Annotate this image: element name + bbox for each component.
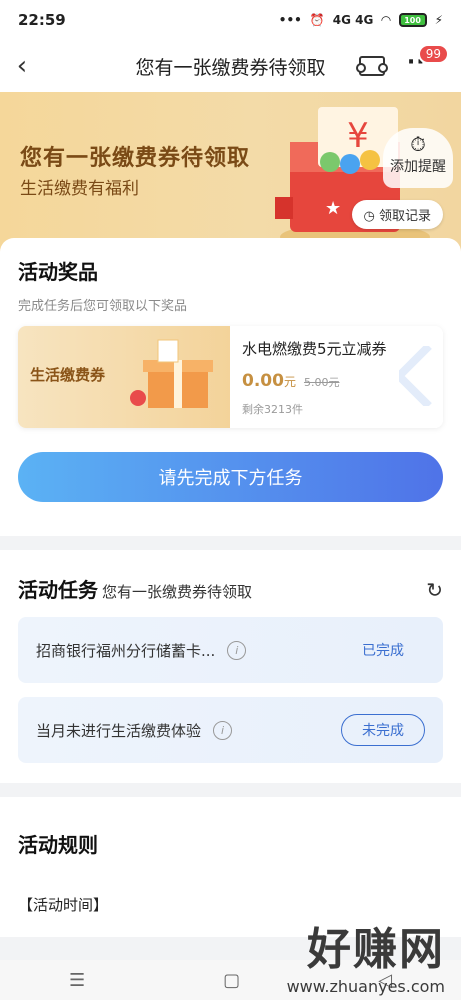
charging-icon: ⚡ <box>434 13 443 27</box>
task-name: 当月未进行生活缴费体验 <box>36 721 202 740</box>
claim-record-button[interactable]: ◷ 领取记录 <box>351 200 443 229</box>
prize-original-price: 5.00元 <box>303 376 340 389</box>
prizes-section: 活动奖品 完成任务后您可领取以下奖品 生活缴费券 水电燃缴费5元立减券 0.00… <box>0 238 461 536</box>
complete-tasks-button[interactable]: 请先完成下方任务 <box>18 452 443 502</box>
status-time: 22:59 <box>18 11 66 29</box>
task-item: 招商银行福州分行储蓄卡... i 已完成 <box>18 617 443 683</box>
alarm-icon: ⏰ <box>309 13 325 27</box>
refresh-icon[interactable]: ↻ <box>426 578 443 602</box>
prizes-title: 活动奖品 <box>18 260 98 284</box>
prize-price: 0.00元 <box>242 371 296 391</box>
rules-title: 活动规则 <box>18 833 98 857</box>
clock-icon: ⏱ <box>410 132 426 156</box>
tasks-subtitle: 您有一张缴费券待领取 <box>102 583 253 601</box>
banner-subtitle: 生活缴费有福利 <box>20 179 139 199</box>
banner-title: 您有一张缴费券待领取 <box>20 146 251 171</box>
task-status: 已完成 <box>362 643 404 659</box>
battery-icon: 100 <box>398 13 427 27</box>
nav-bar: ‹ 您有一张缴费券待领取 ··· 99 <box>0 40 461 92</box>
task-name: 招商银行福州分行储蓄卡... <box>36 641 216 660</box>
prize-image-label: 生活缴费券 <box>30 366 106 384</box>
tasks-header: 活动任务 您有一张缴费券待领取 ↻ <box>18 574 443 603</box>
watermark: 好赚网 www.zhuanyes.com <box>287 913 445 996</box>
chevron-decoration-icon <box>399 346 432 406</box>
prizes-subtitle: 完成任务后您可领取以下奖品 <box>18 299 188 314</box>
status-bar: 22:59 ••• ⏰ 4G 4G ◠ 100 ⚡ <box>0 0 461 40</box>
page-title: 您有一张缴费券待领取 <box>135 56 326 79</box>
wifi-icon: ◠ <box>381 13 391 27</box>
tasks-section: 活动任务 您有一张缴费券待领取 ↻ 招商银行福州分行储蓄卡... i 已完成 当… <box>0 550 461 783</box>
task-item: 当月未进行生活缴费体验 i 未完成 <box>18 697 443 763</box>
add-reminder-button[interactable]: ⏱ 添加提醒 <box>383 128 453 188</box>
record-label: 领取记录 <box>378 209 431 224</box>
prize-image: 生活缴费券 <box>18 326 230 428</box>
ticket-icon[interactable] <box>356 56 388 76</box>
gift-icon <box>130 339 213 408</box>
history-icon: ◷ <box>363 209 379 224</box>
prize-card[interactable]: 生活缴费券 水电燃缴费5元立减券 0.00元 5.00元 剩余3213件 <box>18 326 443 428</box>
signal-icon: 4G 4G <box>332 13 374 27</box>
hero-banner: 您有一张缴费券待领取 生活缴费有福利 ¥ ★ ★ ⏱ 添加提醒 ◷ 领取记录 <box>0 92 461 252</box>
prize-info: 水电燃缴费5元立减券 0.00元 5.00元 剩余3213件 <box>230 326 443 428</box>
rules-item: 【活动时间】 <box>18 896 109 914</box>
task-incomplete-button[interactable]: 未完成 <box>341 714 425 746</box>
menu-icon[interactable]: ☰ <box>69 970 85 991</box>
info-icon[interactable]: i <box>227 640 247 660</box>
svg-text:★: ★ <box>325 198 341 219</box>
prize-price-value: 0.00 <box>242 371 284 391</box>
status-icons: ••• ⏰ 4G 4G ◠ 100 ⚡ <box>279 13 443 27</box>
back-icon[interactable]: ‹ <box>0 40 44 92</box>
watermark-url: www.zhuanyes.com <box>286 977 445 996</box>
dots-icon: ••• <box>278 13 302 27</box>
home-icon[interactable]: ▢ <box>223 970 240 991</box>
tasks-title: 活动任务 <box>18 578 98 602</box>
svg-text:¥: ¥ <box>347 116 369 156</box>
prize-price-unit: 元 <box>283 375 296 389</box>
notification-badge: 99 <box>417 44 449 64</box>
watermark-logo: 好赚网 <box>307 924 445 975</box>
info-icon[interactable]: i <box>213 720 233 740</box>
reminder-label: 添加提醒 <box>390 159 446 175</box>
